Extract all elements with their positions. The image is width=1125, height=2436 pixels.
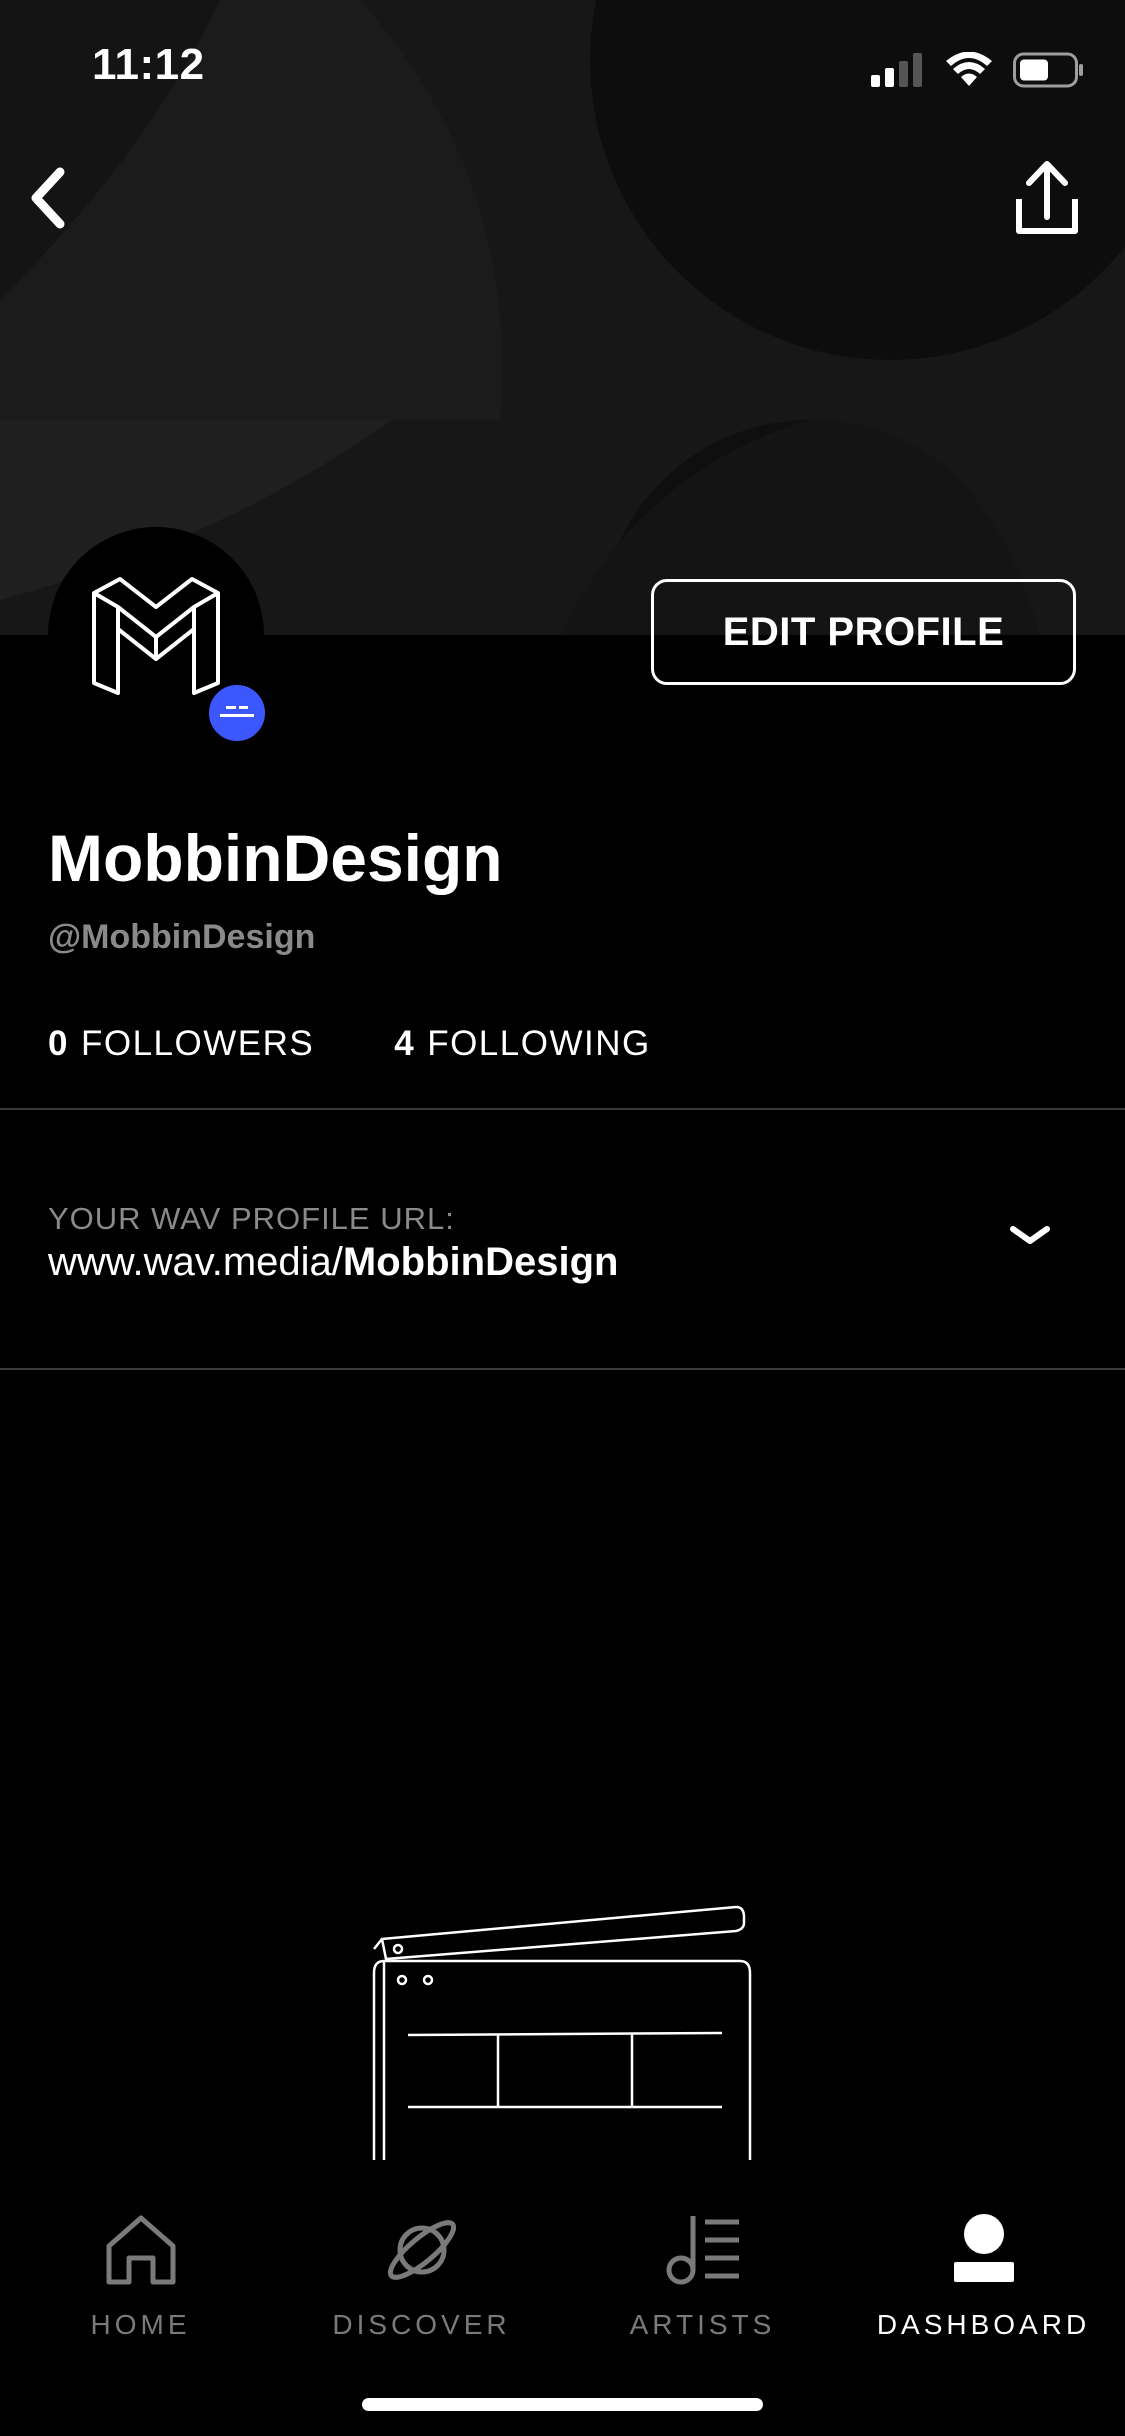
- signal-icon: [871, 53, 922, 87]
- profile-url-prefix: www.wav.media/: [48, 1240, 343, 1284]
- following-count: 4: [394, 1024, 416, 1063]
- status-icons: [871, 50, 1085, 90]
- back-button[interactable]: [16, 160, 96, 240]
- tab-artists-label: ARTISTS: [629, 2309, 776, 2340]
- tab-dashboard-label: DASHBOARD: [876, 2309, 1091, 2340]
- divider: [0, 1108, 1125, 1110]
- profile-url-username: MobbinDesign: [342, 1240, 619, 1284]
- divider: [0, 1368, 1125, 1370]
- clapperboard-illustration: [360, 1895, 760, 2165]
- profile-handle: @MobbinDesign: [48, 918, 316, 956]
- tab-dashboard[interactable]: DASHBOARD: [843, 2205, 1124, 2341]
- user-icon: [939, 2205, 1029, 2295]
- profile-name: MobbinDesign: [48, 821, 503, 895]
- planet-icon: [377, 2205, 467, 2295]
- follow-stats: 0 FOLLOWERS 4 FOLLOWING: [48, 1024, 651, 1064]
- profile-url[interactable]: www.wav.media/MobbinDesign: [48, 1240, 618, 1285]
- chevron-left-icon: [31, 167, 65, 229]
- tab-home[interactable]: HOME: [0, 2205, 281, 2341]
- profile-url-label: YOUR WAV PROFILE URL:: [48, 1201, 455, 1236]
- share-button[interactable]: [1005, 155, 1090, 255]
- tab-home-label: HOME: [90, 2309, 191, 2340]
- share-icon: [1016, 161, 1078, 234]
- tab-discover-label: DISCOVER: [332, 2309, 511, 2340]
- wav-badge-icon: [220, 706, 254, 717]
- wifi-icon: [946, 52, 992, 86]
- followers-link[interactable]: 0 FOLLOWERS: [48, 1024, 314, 1064]
- chevron-down-icon: [1010, 1226, 1050, 1244]
- home-indicator[interactable]: [362, 2398, 763, 2411]
- verified-badge: [206, 682, 268, 744]
- following-link[interactable]: 4 FOLLOWING: [394, 1024, 651, 1064]
- music-note-list-icon: [658, 2205, 748, 2295]
- home-icon: [96, 2205, 186, 2295]
- battery-icon: [1013, 52, 1083, 88]
- followers-label: FOLLOWERS: [80, 1024, 315, 1063]
- following-label: FOLLOWING: [427, 1024, 651, 1063]
- mobbin-logo: [92, 577, 220, 695]
- edit-profile-button[interactable]: EDIT PROFILE: [651, 579, 1076, 685]
- status-time: 11:12: [92, 40, 205, 89]
- followers-count: 0: [48, 1024, 69, 1063]
- tab-artists[interactable]: ARTISTS: [562, 2205, 843, 2341]
- expand-url-button[interactable]: [1005, 1215, 1055, 1255]
- clapperboard-icon: [372, 1905, 752, 2165]
- tab-discover[interactable]: DISCOVER: [281, 2205, 562, 2341]
